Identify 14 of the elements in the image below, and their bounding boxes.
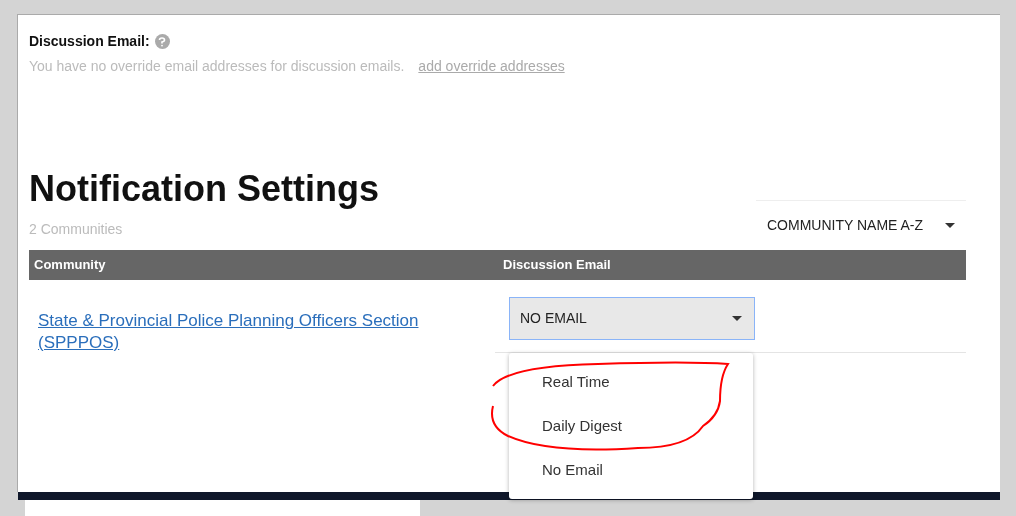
menu-item[interactable]: Daily Digest [509,404,753,448]
community-link[interactable]: State & Provincial Police Planning Officers Section (SPPPOS) [38,310,469,354]
section-label: Discussion Email: [29,32,150,51]
info-text: You have no override email addresses for discussion emails. [29,57,405,76]
page-heading: Notification Settings [29,169,380,209]
caret-icon [945,223,955,228]
menu-item[interactable]: Real Time [509,360,753,404]
community-count: 2 Communities [29,220,123,239]
column-header: Discussion Email [503,256,611,275]
menu-item[interactable]: No Email [509,448,753,492]
help-icon[interactable] [154,34,170,49]
column-header: Community [33,256,107,275]
caret-icon [732,316,742,321]
email-select[interactable]: NO EMAIL [509,297,755,340]
